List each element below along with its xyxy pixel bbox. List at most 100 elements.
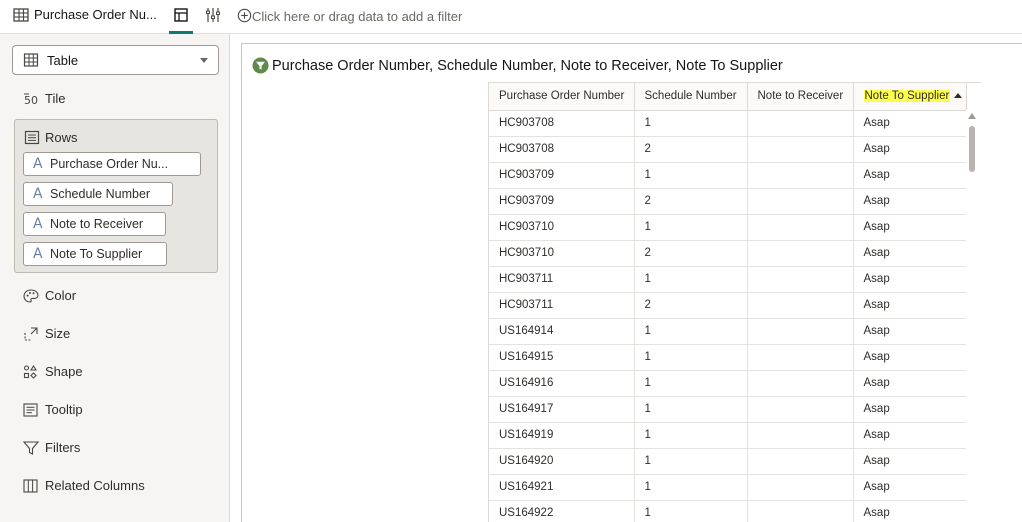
sort-ascending-icon[interactable] — [954, 93, 963, 99]
column-header-note-to-receiver[interactable]: Note to Receiver — [747, 83, 854, 111]
table-cell: HC903709 — [489, 162, 635, 189]
row-pill-label: Schedule Number — [50, 187, 151, 201]
rows-label: Rows — [45, 130, 78, 145]
table-row[interactable]: HC903710 2 Asap — [489, 240, 967, 267]
table-cell: 1 — [634, 422, 748, 449]
table-cell: 1 — [634, 448, 748, 475]
table-cell: Asap — [853, 422, 967, 449]
table-header-row: Purchase Order Number Schedule Number No… — [489, 83, 967, 111]
filter-applied-icon[interactable] — [252, 57, 269, 74]
table-cell: 1 — [634, 266, 748, 293]
properties-tab-icon[interactable] — [204, 6, 222, 24]
attribute-icon: A — [33, 186, 43, 202]
table-row[interactable]: US164915 1 Asap — [489, 344, 967, 371]
viz-type-select[interactable]: Table — [12, 45, 219, 75]
table-cell: 1 — [634, 474, 748, 501]
table-scrollbar[interactable] — [966, 110, 978, 522]
table-row[interactable]: US164919 1 Asap — [489, 422, 967, 449]
data-table: Purchase Order Number Schedule Number No… — [489, 83, 967, 522]
table-cell: Asap — [853, 344, 967, 371]
filter-icon — [22, 441, 40, 455]
table-cell — [747, 370, 854, 397]
row-pill-note-to-supplier[interactable]: A Note To Supplier — [23, 242, 167, 266]
table-cell: US164922 — [489, 500, 635, 522]
table-cell: Asap — [853, 474, 967, 501]
rows-drop-zone[interactable]: Rows A Purchase Order Nu... A Schedule N… — [14, 119, 218, 273]
table-row[interactable]: US164916 1 Asap — [489, 370, 967, 397]
grammar-color[interactable]: Color — [22, 286, 222, 308]
table-cell: 1 — [634, 318, 748, 345]
scroll-up-icon[interactable] — [968, 113, 976, 119]
filter-bar-placeholder[interactable]: Click here or drag data to add a filter — [252, 9, 462, 24]
table-cell: Asap — [853, 214, 967, 241]
table-cell: HC903709 — [489, 188, 635, 215]
chevron-down-icon — [200, 58, 208, 63]
table-cell — [747, 448, 854, 475]
grammar-related-columns[interactable]: Related Columns — [22, 476, 222, 498]
table-icon — [23, 53, 39, 67]
row-pill-schedule-number[interactable]: A Schedule Number — [23, 182, 173, 206]
table-cell — [747, 292, 854, 319]
row-pill-label: Purchase Order Nu... — [50, 157, 169, 171]
table-cell: HC903710 — [489, 240, 635, 267]
row-pill-purchase-order-number[interactable]: A Purchase Order Nu... — [23, 152, 201, 176]
table-cell: 1 — [634, 500, 748, 522]
table-cell — [747, 188, 854, 215]
grammar-shape[interactable]: Shape — [22, 362, 222, 384]
rows-icon — [24, 130, 40, 145]
row-pill-note-to-receiver[interactable]: A Note to Receiver — [23, 212, 166, 236]
grammar-filters[interactable]: Filters — [22, 438, 222, 460]
table-row[interactable]: HC903711 1 Asap — [489, 266, 967, 293]
scrollbar-thumb[interactable] — [969, 126, 975, 172]
table-cell — [747, 110, 854, 137]
grammar-tooltip[interactable]: Tooltip — [22, 400, 222, 422]
table-cell — [747, 214, 854, 241]
table-row[interactable]: US164920 1 Asap — [489, 448, 967, 475]
column-header-note-to-supplier[interactable]: Note To Supplier — [853, 83, 967, 111]
table-cell: Asap — [853, 292, 967, 319]
table-cell: 2 — [634, 240, 748, 267]
column-header-schedule-number[interactable]: Schedule Number — [634, 83, 748, 111]
table-row[interactable]: HC903709 2 Asap — [489, 188, 967, 215]
table-row[interactable]: US164917 1 Asap — [489, 396, 967, 423]
grammar-tab-icon[interactable] — [172, 6, 190, 24]
table-cell: Asap — [853, 110, 967, 137]
add-filter-icon[interactable] — [237, 8, 252, 23]
table-cell: Asap — [853, 266, 967, 293]
table-cell — [747, 162, 854, 189]
table-icon — [13, 8, 29, 22]
grammar-tile[interactable]: 50 Tile — [22, 89, 222, 111]
column-header-purchase-order-number[interactable]: Purchase Order Number — [489, 83, 635, 111]
table-row[interactable]: US164921 1 Asap — [489, 474, 967, 501]
shape-icon — [23, 364, 37, 379]
table-cell — [747, 240, 854, 267]
table-cell — [747, 344, 854, 371]
table-body: HC903708 1 Asap HC903708 2 Asap HC903709 1 Asap H… — [489, 110, 967, 522]
table-cell: US164914 — [489, 318, 635, 345]
table-cell: 1 — [634, 370, 748, 397]
filter-bar[interactable]: Click here or drag data to add a filter — [230, 0, 1022, 34]
table-row[interactable]: HC903708 1 Asap — [489, 110, 967, 137]
highlighted-header-text: Note To Supplier — [863, 90, 951, 103]
table-row[interactable]: HC903711 2 Asap — [489, 292, 967, 319]
table-cell: US164916 — [489, 370, 635, 397]
table-cell: 2 — [634, 292, 748, 319]
size-icon — [24, 327, 38, 341]
table-cell — [747, 266, 854, 293]
grammar-size[interactable]: Size — [22, 324, 222, 346]
table-cell: Asap — [853, 500, 967, 522]
table-row[interactable]: HC903708 2 Asap — [489, 136, 967, 163]
table-cell — [747, 474, 854, 501]
table-cell: Asap — [853, 318, 967, 345]
table-cell: Asap — [853, 240, 967, 267]
attribute-icon: A — [33, 246, 43, 262]
table-row[interactable]: US164914 1 Asap — [489, 318, 967, 345]
table-cell: Asap — [853, 162, 967, 189]
table-row[interactable]: HC903709 1 Asap — [489, 162, 967, 189]
table-cell: Asap — [853, 136, 967, 163]
table-cell: US164919 — [489, 422, 635, 449]
table-cell: 1 — [634, 344, 748, 371]
table-row[interactable]: US164922 1 Asap — [489, 500, 967, 522]
table-cell: HC903710 — [489, 214, 635, 241]
table-row[interactable]: HC903710 1 Asap — [489, 214, 967, 241]
